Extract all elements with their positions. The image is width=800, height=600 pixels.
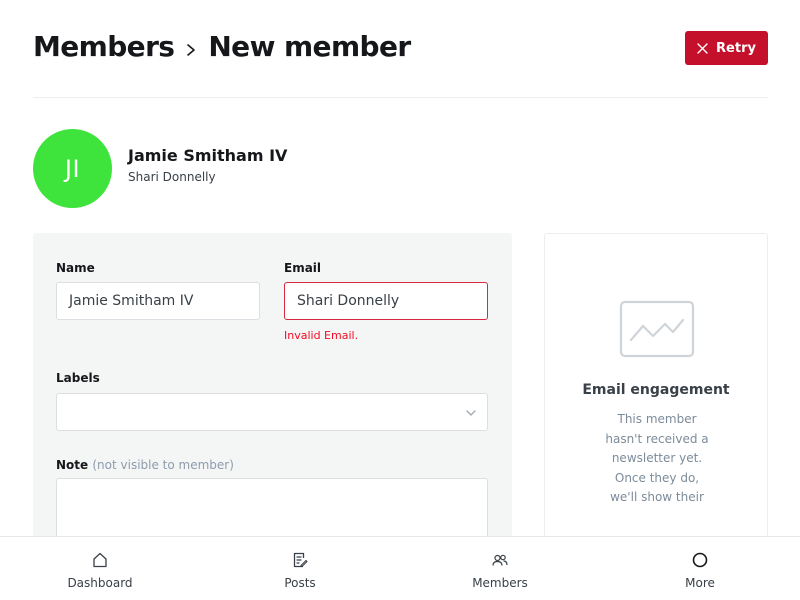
- nav-label-more: More: [685, 576, 715, 590]
- retry-label: Retry: [716, 40, 756, 56]
- email-label: Email: [284, 261, 322, 275]
- bottom-nav: Dashboard Posts Members More: [0, 536, 800, 600]
- name-input[interactable]: Jamie Smitham IV: [56, 282, 260, 320]
- member-summary: JI Jamie Smitham IV Shari Donnelly: [33, 129, 287, 208]
- note-hint: (not visible to member): [92, 458, 234, 472]
- page-title: New member: [208, 30, 411, 63]
- engagement-text: This member hasn't received a newsletter…: [605, 412, 709, 504]
- member-subtitle: Shari Donnelly: [128, 169, 216, 184]
- member-form: Name Jamie Smitham IV Email Shari Donnel…: [33, 233, 512, 558]
- more-icon: [692, 552, 708, 568]
- chart-icon: [619, 300, 695, 358]
- name-input-value: Jamie Smitham IV: [69, 293, 194, 309]
- email-input-value: Shari Donnelly: [297, 293, 400, 309]
- email-input[interactable]: Shari Donnelly: [284, 282, 488, 320]
- nav-item-more[interactable]: More: [600, 537, 800, 600]
- avatar: JI: [33, 129, 112, 208]
- engagement-title: Email engagement: [582, 382, 730, 398]
- nav-item-dashboard[interactable]: Dashboard: [0, 537, 200, 600]
- chevron-right-icon: [187, 43, 196, 56]
- nav-item-posts[interactable]: Posts: [200, 537, 400, 600]
- member-name: Jamie Smitham IV: [128, 145, 288, 165]
- breadcrumb-members-link[interactable]: Members: [33, 30, 175, 63]
- avatar-initials: JI: [64, 154, 81, 183]
- breadcrumb: Members New member: [33, 30, 411, 63]
- labels-label: Labels: [56, 371, 100, 385]
- posts-icon: [293, 552, 308, 568]
- page-header: Members New member Retry: [33, 28, 768, 98]
- retry-button[interactable]: Retry: [685, 31, 768, 65]
- nav-item-members[interactable]: Members: [400, 537, 600, 600]
- name-label: Name: [56, 261, 95, 275]
- chevron-down-icon: [466, 410, 476, 416]
- members-icon: [492, 554, 508, 566]
- close-icon: [697, 42, 708, 54]
- nav-label-dashboard: Dashboard: [67, 576, 133, 590]
- nav-label-members: Members: [472, 576, 528, 590]
- email-engagement-card: Email engagement This member hasn't rece…: [544, 233, 768, 553]
- labels-select[interactable]: [56, 393, 488, 431]
- nav-label-posts: Posts: [284, 576, 316, 590]
- email-error: Invalid Email.: [284, 329, 359, 342]
- note-label: Note (not visible to member): [56, 458, 234, 472]
- note-label-text: Note: [56, 458, 89, 472]
- home-icon: [93, 552, 107, 568]
